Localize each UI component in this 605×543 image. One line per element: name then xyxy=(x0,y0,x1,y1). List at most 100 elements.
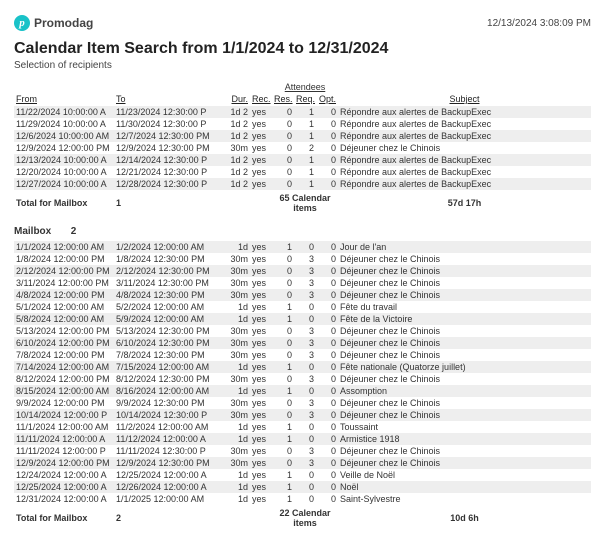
cell-res: 0 xyxy=(272,373,294,385)
cell-to: 5/13/2024 12:30:00 PM xyxy=(114,325,224,337)
cell-req: 0 xyxy=(294,241,316,253)
cell-to: 12/25/2024 12:00:00 A xyxy=(114,469,224,481)
cell-res: 0 xyxy=(272,349,294,361)
cell-to: 12/28/2024 12:30:00 P xyxy=(114,178,224,190)
cell-opt: 0 xyxy=(316,373,338,385)
col-req: Req. xyxy=(294,92,316,106)
cell-dur: 30m xyxy=(224,277,250,289)
total-mailbox-num: 1 xyxy=(114,190,224,216)
brand: p Promodag xyxy=(14,15,93,31)
cell-dur: 1d 2 xyxy=(224,178,250,190)
cell-dur: 1d xyxy=(224,469,250,481)
table-row: 1/1/2024 12:00:00 AM1/2/2024 12:00:00 AM… xyxy=(14,241,591,253)
cell-opt: 0 xyxy=(316,166,338,178)
cell-res: 0 xyxy=(272,325,294,337)
cell-req: 2 xyxy=(294,142,316,154)
cell-to: 12/26/2024 12:00:00 A xyxy=(114,481,224,493)
attendees-group-header: Attendees xyxy=(272,81,338,92)
cell-res: 1 xyxy=(272,301,294,313)
cell-opt: 0 xyxy=(316,397,338,409)
cell-req: 0 xyxy=(294,421,316,433)
cell-from: 9/9/2024 12:00:00 PM xyxy=(14,397,114,409)
mailbox-number: 2 xyxy=(71,226,77,237)
total-items: 65 Calendar items xyxy=(272,190,338,216)
cell-subject: Saint-Sylvestre xyxy=(338,493,591,505)
cell-subject: Déjeuner chez le Chinois xyxy=(338,265,591,277)
cell-subject: Répondre aux alertes de BackupExec xyxy=(338,154,591,166)
table-row: 12/31/2024 12:00:00 A1/1/2025 12:00:00 A… xyxy=(14,493,591,505)
cell-req: 3 xyxy=(294,457,316,469)
cell-res: 1 xyxy=(272,313,294,325)
cell-subject: Toussaint xyxy=(338,421,591,433)
cell-opt: 0 xyxy=(316,118,338,130)
col-dur: Dur. xyxy=(224,92,250,106)
cell-opt: 0 xyxy=(316,421,338,433)
table-row: 12/24/2024 12:00:00 A12/25/2024 12:00:00… xyxy=(14,469,591,481)
cell-to: 7/15/2024 12:00:00 AM xyxy=(114,361,224,373)
total-mailbox-num: 2 xyxy=(114,505,224,531)
total-label: Total for Mailbox xyxy=(14,190,114,216)
cell-req: 0 xyxy=(294,313,316,325)
cell-res: 0 xyxy=(272,397,294,409)
cell-to: 12/9/2024 12:30:00 PM xyxy=(114,142,224,154)
cell-to: 10/14/2024 12:30:00 P xyxy=(114,409,224,421)
cell-res: 0 xyxy=(272,166,294,178)
table-row: 5/1/2024 12:00:00 AM5/2/2024 12:00:00 AM… xyxy=(14,301,591,313)
cell-to: 12/21/2024 12:30:00 P xyxy=(114,166,224,178)
table-row: 5/13/2024 12:00:00 PM5/13/2024 12:30:00 … xyxy=(14,325,591,337)
table-row: 12/20/2024 10:00:00 A12/21/2024 12:30:00… xyxy=(14,166,591,178)
cell-req: 0 xyxy=(294,301,316,313)
cell-opt: 0 xyxy=(316,277,338,289)
cell-to: 11/23/2024 12:30:00 P xyxy=(114,106,224,118)
cell-req: 0 xyxy=(294,493,316,505)
cell-res: 0 xyxy=(272,130,294,142)
cell-res: 0 xyxy=(272,457,294,469)
cell-to: 8/16/2024 12:00:00 AM xyxy=(114,385,224,397)
cell-subject: Déjeuner chez le Chinois xyxy=(338,373,591,385)
table-row: 11/1/2024 12:00:00 AM11/2/2024 12:00:00 … xyxy=(14,421,591,433)
cell-rec: yes xyxy=(250,481,272,493)
cell-rec: yes xyxy=(250,253,272,265)
table-row: 12/13/2024 10:00:00 A12/14/2024 12:30:00… xyxy=(14,154,591,166)
cell-from: 11/1/2024 12:00:00 AM xyxy=(14,421,114,433)
cell-res: 0 xyxy=(272,118,294,130)
cell-req: 0 xyxy=(294,433,316,445)
cell-rec: yes xyxy=(250,337,272,349)
table-row: 9/9/2024 12:00:00 PM9/9/2024 12:30:00 PM… xyxy=(14,397,591,409)
cell-subject: Assomption xyxy=(338,385,591,397)
cell-dur: 1d 2 xyxy=(224,130,250,142)
cell-rec: yes xyxy=(250,361,272,373)
section-1-total-row: Total for Mailbox 1 65 Calendar items 57… xyxy=(14,190,591,216)
cell-res: 0 xyxy=(272,337,294,349)
cell-rec: yes xyxy=(250,457,272,469)
cell-rec: yes xyxy=(250,142,272,154)
section-2-total-row: Total for Mailbox 2 22 Calendar items 10… xyxy=(14,505,591,531)
cell-from: 12/31/2024 12:00:00 A xyxy=(14,493,114,505)
cell-subject: Déjeuner chez le Chinois xyxy=(338,253,591,265)
cell-dur: 30m xyxy=(224,397,250,409)
cell-rec: yes xyxy=(250,166,272,178)
report-title: Calendar Item Search from 1/1/2024 to 12… xyxy=(14,40,591,58)
brand-name: Promodag xyxy=(34,16,93,30)
cell-req: 1 xyxy=(294,118,316,130)
cell-res: 1 xyxy=(272,361,294,373)
cell-subject: Déjeuner chez le Chinois xyxy=(338,349,591,361)
cell-opt: 0 xyxy=(316,349,338,361)
table-row: 8/15/2024 12:00:00 AM8/16/2024 12:00:00 … xyxy=(14,385,591,397)
cell-req: 1 xyxy=(294,166,316,178)
cell-res: 0 xyxy=(272,178,294,190)
table-row: 12/25/2024 12:00:00 A12/26/2024 12:00:00… xyxy=(14,481,591,493)
brand-logo-icon: p xyxy=(14,15,30,31)
cell-rec: yes xyxy=(250,493,272,505)
cell-subject: Fête du travail xyxy=(338,301,591,313)
cell-rec: yes xyxy=(250,130,272,142)
cell-rec: yes xyxy=(250,409,272,421)
cell-opt: 0 xyxy=(316,313,338,325)
cell-rec: yes xyxy=(250,433,272,445)
cell-to: 12/9/2024 12:30:00 PM xyxy=(114,457,224,469)
cell-opt: 0 xyxy=(316,433,338,445)
cell-req: 3 xyxy=(294,265,316,277)
cell-subject: Noël xyxy=(338,481,591,493)
cell-rec: yes xyxy=(250,154,272,166)
cell-subject: Déjeuner chez le Chinois xyxy=(338,397,591,409)
